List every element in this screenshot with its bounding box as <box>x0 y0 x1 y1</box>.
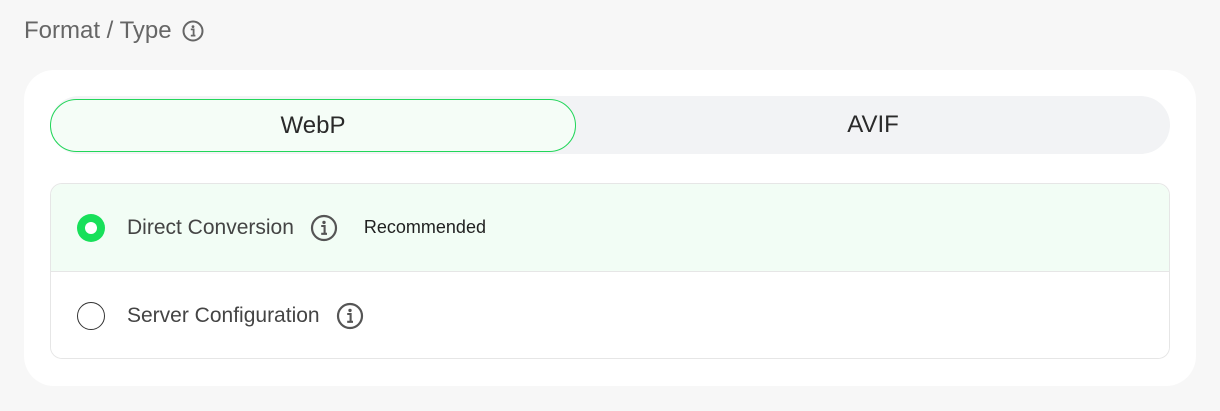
format-card: WebP AVIF Direct Conversion Recommended … <box>24 70 1196 386</box>
option-direct-conversion[interactable]: Direct Conversion Recommended <box>51 184 1169 272</box>
format-toggle: WebP AVIF <box>50 96 1170 154</box>
section-title: Format / Type <box>24 17 172 44</box>
info-icon[interactable] <box>182 20 204 42</box>
direct-conversion-label: Direct Conversion <box>127 215 294 239</box>
recommended-badge: Recommended <box>363 217 486 237</box>
conversion-options: Direct Conversion Recommended Server Con… <box>50 183 1170 359</box>
section-header: Format / Type <box>24 14 204 48</box>
server-configuration-radio[interactable] <box>77 302 105 330</box>
direct-conversion-radio[interactable] <box>77 213 105 242</box>
server-configuration-label: Server Configuration <box>127 304 320 327</box>
webp-toggle-button[interactable]: WebP <box>50 99 576 152</box>
avif-toggle-button[interactable]: AVIF <box>576 96 1170 154</box>
webp-label: WebP <box>280 111 346 139</box>
info-icon[interactable] <box>310 214 338 242</box>
option-server-configuration[interactable]: Server Configuration <box>51 272 1169 358</box>
info-icon[interactable] <box>336 302 364 330</box>
avif-label: AVIF <box>847 111 899 138</box>
